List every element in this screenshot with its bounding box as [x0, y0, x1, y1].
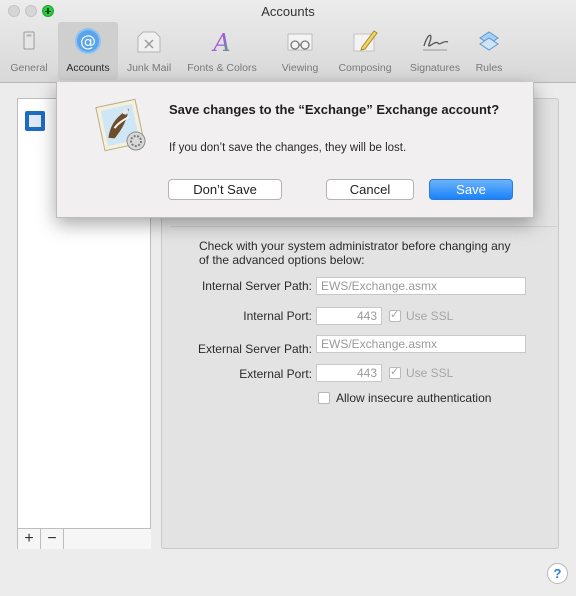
titlebar: Accounts General @ Accounts Junk Mail A …	[0, 0, 576, 83]
external-server-path-field[interactable]: EWS/Exchange.asmx	[316, 335, 526, 353]
toolbar-general[interactable]: General	[4, 22, 54, 80]
accounts-list-controls: + −	[18, 528, 151, 549]
glasses-icon	[287, 33, 313, 51]
divider	[171, 226, 557, 227]
fonts-colors-icon: A	[211, 29, 230, 56]
toolbar-composing[interactable]: Composing	[330, 22, 400, 80]
add-account-button[interactable]: +	[18, 529, 41, 549]
external-use-ssl-label: Use SSL	[406, 366, 454, 380]
internal-use-ssl-label: Use SSL	[406, 309, 454, 323]
preferences-toolbar: General @ Accounts Junk Mail A Fonts & C…	[0, 22, 576, 80]
save-changes-dialog: Save changes to the “Exchange” Exchange …	[56, 82, 534, 218]
internal-port-field[interactable]: 443	[316, 307, 382, 325]
internal-server-path-label: Internal Server Path:	[201, 279, 312, 293]
allow-insecure-auth-label: Allow insecure authentication	[336, 391, 492, 405]
remove-account-button[interactable]: −	[41, 529, 64, 549]
svg-text:A: A	[211, 29, 230, 56]
internal-use-ssl-checkbox[interactable]	[389, 308, 401, 322]
signature-icon	[423, 34, 449, 51]
junk-mail-icon	[137, 31, 161, 53]
dont-save-button[interactable]: Don’t Save	[168, 179, 282, 200]
internal-port-label: Internal Port:	[243, 309, 312, 323]
external-use-ssl-checkbox[interactable]	[389, 365, 401, 379]
toolbar-fonts-colors[interactable]: A Fonts & Colors	[183, 22, 261, 80]
external-server-path-label: External Server Path:	[197, 342, 312, 356]
cancel-button[interactable]: Cancel	[326, 179, 414, 200]
toolbar-rules[interactable]: Rules	[470, 22, 508, 80]
exchange-icon[interactable]	[25, 111, 45, 131]
general-icon	[23, 31, 35, 50]
external-port-label: External Port:	[239, 367, 312, 381]
at-sign-icon: @	[75, 28, 101, 54]
save-button[interactable]: Save	[429, 179, 513, 200]
external-port-field[interactable]: 443	[316, 364, 382, 382]
help-button[interactable]: ?	[547, 563, 568, 584]
toolbar-signatures[interactable]: Signatures	[402, 22, 468, 80]
dialog-message: If you don’t save the changes, they will…	[169, 142, 407, 154]
allow-insecure-auth-checkbox[interactable]	[318, 392, 330, 404]
mail-preferences-window: Accounts General @ Accounts Junk Mail A …	[0, 0, 576, 596]
toolbar-viewing[interactable]: Viewing	[274, 22, 326, 80]
rules-icon	[479, 31, 499, 51]
toolbar-accounts[interactable]: @ Accounts	[58, 22, 118, 80]
internal-server-path-field[interactable]: EWS/Exchange.asmx	[316, 277, 526, 295]
pencil-icon	[353, 30, 378, 52]
dialog-title: Save changes to the “Exchange” Exchange …	[169, 102, 500, 117]
toolbar-junk-mail[interactable]: Junk Mail	[121, 22, 177, 80]
svg-text:@: @	[80, 32, 96, 51]
advanced-instructions: Check with your system administrator bef…	[199, 239, 511, 267]
window-title: Accounts	[261, 4, 315, 19]
mail-app-icon	[95, 98, 146, 152]
